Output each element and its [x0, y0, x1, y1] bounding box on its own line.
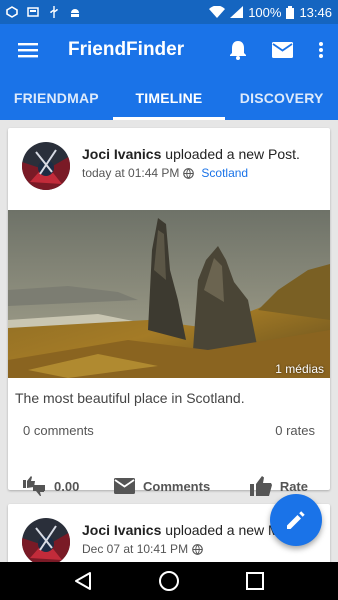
media-count: 1 médias: [275, 362, 324, 376]
more-vertical-icon: [319, 42, 323, 58]
back-triangle-icon: [75, 572, 91, 590]
rate-label: Rate: [279, 478, 308, 494]
globe-icon: [192, 543, 203, 555]
post-meta: today at 01:44 PM Scotland: [82, 166, 300, 180]
post-location-link[interactable]: Scotland: [201, 166, 248, 180]
post-headline: Joci Ivanics uploaded a new Post.: [82, 146, 300, 162]
battery-icon: [286, 5, 295, 19]
notifications-button[interactable]: [216, 24, 260, 76]
rate-button[interactable]: Rate: [249, 476, 308, 496]
home-button[interactable]: [149, 562, 189, 600]
rates-count[interactable]: 0 rates: [275, 423, 315, 438]
vote-value: 0.00: [54, 478, 80, 494]
avatar[interactable]: [22, 518, 70, 562]
post-meta: Dec 07 at 10:41 PM: [82, 542, 295, 556]
post-header: Joci Ivanics uploaded a new Post. today …: [8, 128, 330, 210]
post-action-text: uploaded a new Post.: [161, 146, 300, 162]
post-card: Joci Ivanics uploaded a new Post. today …: [8, 128, 330, 496]
app-title: FriendFinder: [68, 39, 185, 60]
globe-icon: [183, 167, 195, 179]
pencil-icon: [287, 511, 305, 529]
mail-icon: [114, 478, 135, 494]
keyboard-notification-icon: [27, 7, 39, 17]
tab-timeline[interactable]: TIMELINE: [112, 76, 226, 120]
hamburger-icon: [18, 43, 38, 58]
thumbs-up-down-icon: [23, 476, 45, 496]
tab-bar: FRIENDMAP TIMELINE DISCOVERY: [0, 76, 338, 120]
post-time: today at 01:44 PM: [82, 166, 180, 180]
post-text: The most beautiful place in Scotland.: [15, 390, 245, 406]
messages-button[interactable]: [260, 24, 304, 76]
compose-post-button[interactable]: [270, 494, 322, 546]
overflow-menu-button[interactable]: [304, 24, 338, 76]
comments-label: Comments: [143, 478, 211, 494]
app-bar: FriendFinder: [0, 24, 338, 76]
post-media[interactable]: 1 médias: [8, 210, 330, 378]
signal-icon: [230, 6, 244, 18]
author-name[interactable]: Joci Ivanics: [82, 146, 161, 162]
author-name[interactable]: Joci Ivanics: [82, 522, 161, 538]
bell-icon: [230, 41, 246, 60]
home-circle-icon: [159, 571, 179, 591]
landscape-photo: [8, 210, 330, 378]
android-icon: [71, 9, 79, 17]
wifi-icon: [209, 6, 226, 18]
comments-button[interactable]: Comments: [114, 478, 242, 494]
battery-level: 100%: [248, 4, 282, 20]
thumbs-up-icon: [249, 476, 272, 496]
back-button[interactable]: [63, 562, 103, 600]
app-notification-icon: [6, 6, 18, 18]
post-stats: 0 comments 0 rates: [8, 406, 330, 438]
menu-button[interactable]: [0, 24, 56, 76]
post-headline: Joci Ivanics uploaded a new Med: [82, 522, 295, 538]
mail-icon: [271, 42, 293, 58]
clock: 13:46: [299, 4, 332, 20]
tab-friendmap[interactable]: FRIENDMAP: [0, 76, 113, 120]
system-nav-bar: [0, 562, 338, 600]
tab-discovery[interactable]: DISCOVERY: [225, 76, 338, 120]
recents-button[interactable]: [235, 562, 275, 600]
vote-button[interactable]: 0.00: [22, 476, 114, 496]
usb-icon: [50, 6, 58, 18]
avatar[interactable]: [22, 142, 70, 190]
post-time: Dec 07 at 10:41 PM: [82, 542, 189, 556]
comments-count[interactable]: 0 comments: [23, 423, 94, 438]
status-bar: 100% 13:46: [0, 0, 338, 24]
recents-square-icon: [246, 572, 264, 590]
